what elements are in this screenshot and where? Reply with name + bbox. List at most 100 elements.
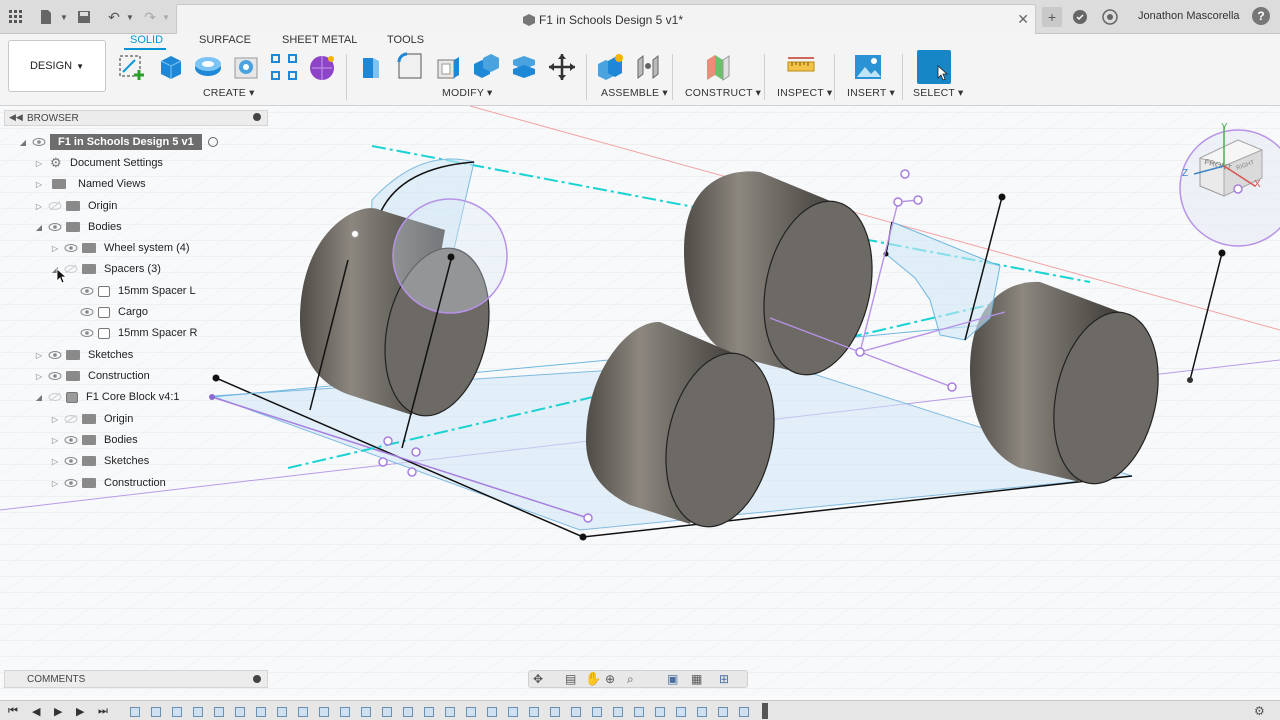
timeline-feature-icon[interactable] (466, 707, 476, 717)
create-menu[interactable]: CREATE ▾ (203, 87, 255, 99)
play-icon[interactable]: ▶ (54, 705, 62, 718)
expand-icon[interactable]: ▷ (34, 180, 44, 189)
expand-icon[interactable]: ▷ (50, 244, 60, 253)
extrude-icon[interactable] (193, 52, 223, 82)
visibility-eye-icon[interactable] (80, 286, 94, 296)
timeline-feature-icon[interactable] (298, 707, 308, 717)
expand-icon[interactable]: ▷ (34, 372, 44, 381)
settings-gear-icon[interactable]: ⚙ (1254, 704, 1265, 718)
tree-item-f1-core-block[interactable]: ◢ F1 Core Block v4:1 (34, 387, 180, 407)
undo-chevron-icon[interactable]: ▼ (120, 7, 140, 27)
tree-root[interactable]: ◢ F1 in Schools Design 5 v1 (18, 132, 218, 152)
pan-icon[interactable]: ✋ (585, 671, 601, 687)
activate-radio-icon[interactable] (207, 137, 218, 147)
visibility-eye-icon[interactable] (32, 137, 46, 147)
tab-tools[interactable]: TOOLS (387, 34, 424, 46)
timeline-feature-icon[interactable] (361, 707, 371, 717)
timeline-feature-icon[interactable] (508, 707, 518, 717)
visibility-eye-icon[interactable] (80, 328, 94, 338)
collapse-icon[interactable]: ◢ (34, 223, 44, 232)
timeline-feature-icon[interactable] (382, 707, 392, 717)
expand-icon[interactable]: ▷ (50, 436, 60, 445)
help-icon[interactable]: ? (1252, 7, 1270, 25)
tree-item-core-sketches[interactable]: ▷ Sketches (50, 451, 149, 471)
tab-solid[interactable]: SOLID (130, 34, 163, 46)
press-pull-icon[interactable] (357, 52, 387, 82)
expand-icon[interactable]: ▷ (50, 415, 60, 424)
tree-item-core-construction[interactable]: ▷ Construction (50, 473, 166, 493)
workspace-switcher[interactable]: DESIGN ▼ (8, 40, 106, 92)
timeline-feature-icon[interactable] (256, 707, 266, 717)
timeline-feature-icon[interactable] (151, 707, 161, 717)
move-icon[interactable] (547, 52, 577, 82)
timeline-feature-icon[interactable] (529, 707, 539, 717)
combine-icon[interactable] (471, 52, 501, 82)
tree-item-cargo[interactable]: Cargo (76, 302, 148, 322)
timeline-feature-icon[interactable] (739, 707, 749, 717)
tree-item-origin[interactable]: ▷ Origin (34, 196, 117, 216)
timeline-feature-icon[interactable] (424, 707, 434, 717)
visibility-eye-icon[interactable] (80, 307, 94, 317)
insert-menu[interactable]: INSERT ▾ (847, 87, 895, 99)
inspect-menu[interactable]: INSPECT ▾ (777, 87, 832, 99)
timeline-feature-icon[interactable] (550, 707, 560, 717)
comments-panel[interactable]: COMMENTS (4, 670, 268, 688)
user-name[interactable]: Jonathon Mascorella (1138, 10, 1240, 22)
visibility-eye-icon[interactable] (64, 456, 78, 466)
box-icon[interactable] (155, 52, 185, 82)
pin-icon[interactable] (253, 113, 261, 121)
timeline-feature-icon[interactable] (718, 707, 728, 717)
collapse-icon[interactable]: ◢ (34, 393, 44, 402)
timeline-feature-icon[interactable] (193, 707, 203, 717)
add-comment-icon[interactable] (253, 675, 261, 683)
redo-chevron-icon[interactable]: ▼ (156, 7, 176, 27)
fillet-icon[interactable] (395, 52, 425, 82)
timeline-feature-icon[interactable] (340, 707, 350, 717)
timeline-feature-icon[interactable] (235, 707, 245, 717)
timeline-feature-icon[interactable] (487, 707, 497, 717)
visibility-hidden-icon[interactable] (48, 392, 62, 402)
timeline-feature-icon[interactable] (319, 707, 329, 717)
job-status-icon[interactable] (1070, 7, 1090, 27)
pattern-icon[interactable] (269, 52, 299, 82)
measure-icon[interactable] (786, 52, 816, 82)
assemble-menu[interactable]: ASSEMBLE ▾ (601, 87, 668, 99)
tree-item-named-views[interactable]: ▷ Named Views (34, 174, 146, 194)
create-sketch-icon[interactable] (117, 52, 147, 82)
zoom-icon[interactable]: ⊕ (605, 672, 615, 686)
timeline-feature-icon[interactable] (697, 707, 707, 717)
timeline-feature-icon[interactable] (655, 707, 665, 717)
tree-item-15mm-spacer-l[interactable]: 15mm Spacer L (76, 281, 196, 301)
file-menu-chevron-icon[interactable]: ▼ (54, 7, 74, 27)
timeline-feature-icon[interactable] (172, 707, 182, 717)
expand-icon[interactable]: ▷ (34, 351, 44, 360)
new-tab-icon[interactable]: + (1042, 7, 1062, 27)
tree-item-construction[interactable]: ▷ Construction (34, 366, 150, 386)
expand-icon[interactable]: ▷ (50, 457, 60, 466)
visibility-eye-icon[interactable] (48, 350, 62, 360)
timeline-feature-icon[interactable] (445, 707, 455, 717)
grid-settings-icon[interactable]: ▦ (691, 672, 702, 686)
visibility-eye-icon[interactable] (64, 478, 78, 488)
joint-icon[interactable] (633, 52, 663, 82)
fit-icon[interactable]: ⌕ (627, 672, 634, 687)
document-tab[interactable]: F1 in Schools Design 5 v1* ✕ (176, 4, 1036, 34)
go-to-start-icon[interactable]: ⏮ (8, 705, 18, 718)
tab-surface[interactable]: SURFACE (199, 34, 251, 46)
go-to-end-icon[interactable]: ⏭ (98, 705, 108, 718)
collapse-panel-icon[interactable]: ◀◀ (9, 112, 23, 123)
timeline-feature-icon[interactable] (403, 707, 413, 717)
notifications-icon[interactable] (1100, 7, 1120, 27)
expand-icon[interactable]: ▷ (50, 479, 60, 488)
visibility-hidden-icon[interactable] (64, 414, 78, 424)
timeline-feature-icon[interactable] (676, 707, 686, 717)
viewports-icon[interactable]: ⊞ (719, 672, 729, 686)
display-settings-icon[interactable]: ▣ (667, 672, 678, 686)
timeline-feature-icon[interactable] (571, 707, 581, 717)
tree-item-sketches[interactable]: ▷ Sketches (34, 345, 133, 365)
timeline-feature-icon[interactable] (277, 707, 287, 717)
visibility-eye-icon[interactable] (64, 435, 78, 445)
offset-plane-icon[interactable] (703, 52, 733, 82)
new-component-icon[interactable] (595, 52, 625, 82)
app-grid-icon[interactable] (6, 7, 26, 27)
